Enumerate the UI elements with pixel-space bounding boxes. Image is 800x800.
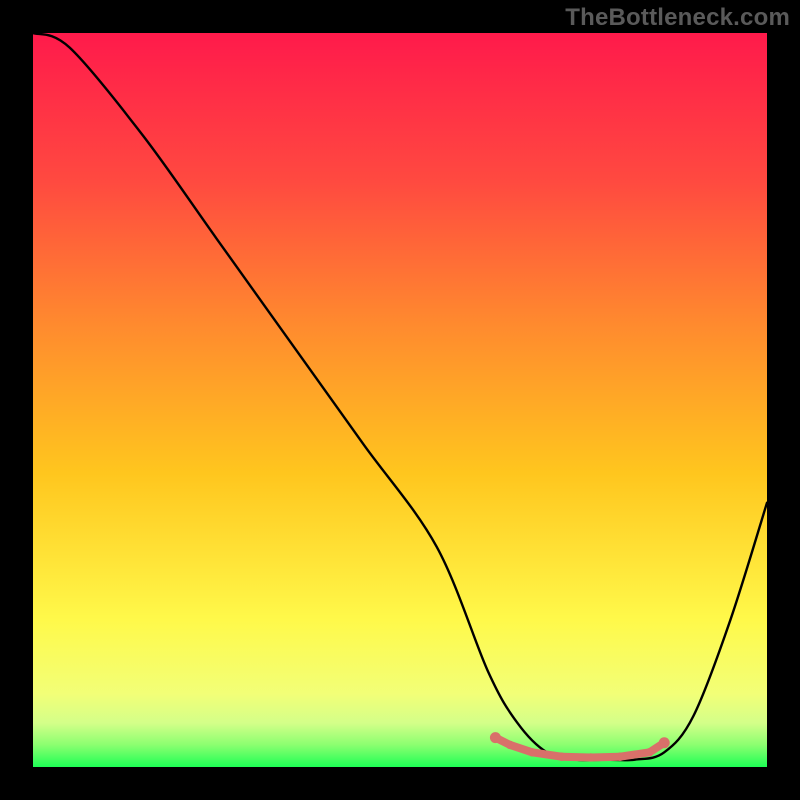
bottleneck-curve-path bbox=[33, 33, 767, 760]
optimal-range-marker bbox=[587, 753, 595, 761]
watermark-text: TheBottleneck.com bbox=[565, 4, 790, 32]
optimal-range-marker bbox=[506, 741, 514, 749]
optimal-range-markers-group bbox=[490, 732, 670, 762]
chart-svg bbox=[33, 33, 767, 767]
optimal-range-marker bbox=[490, 732, 501, 743]
optimal-range-connector bbox=[532, 752, 561, 756]
optimal-range-marker bbox=[645, 748, 653, 756]
optimal-range-connector bbox=[620, 752, 649, 756]
optimal-range-marker bbox=[616, 753, 624, 761]
optimal-range-connector bbox=[561, 757, 590, 758]
chart-container: TheBottleneck.com bbox=[0, 0, 800, 800]
optimal-range-marker bbox=[557, 753, 565, 761]
optimal-range-marker bbox=[528, 748, 536, 756]
plot-area bbox=[33, 33, 767, 767]
optimal-range-connector bbox=[591, 757, 620, 758]
optimal-range-marker bbox=[659, 737, 670, 748]
